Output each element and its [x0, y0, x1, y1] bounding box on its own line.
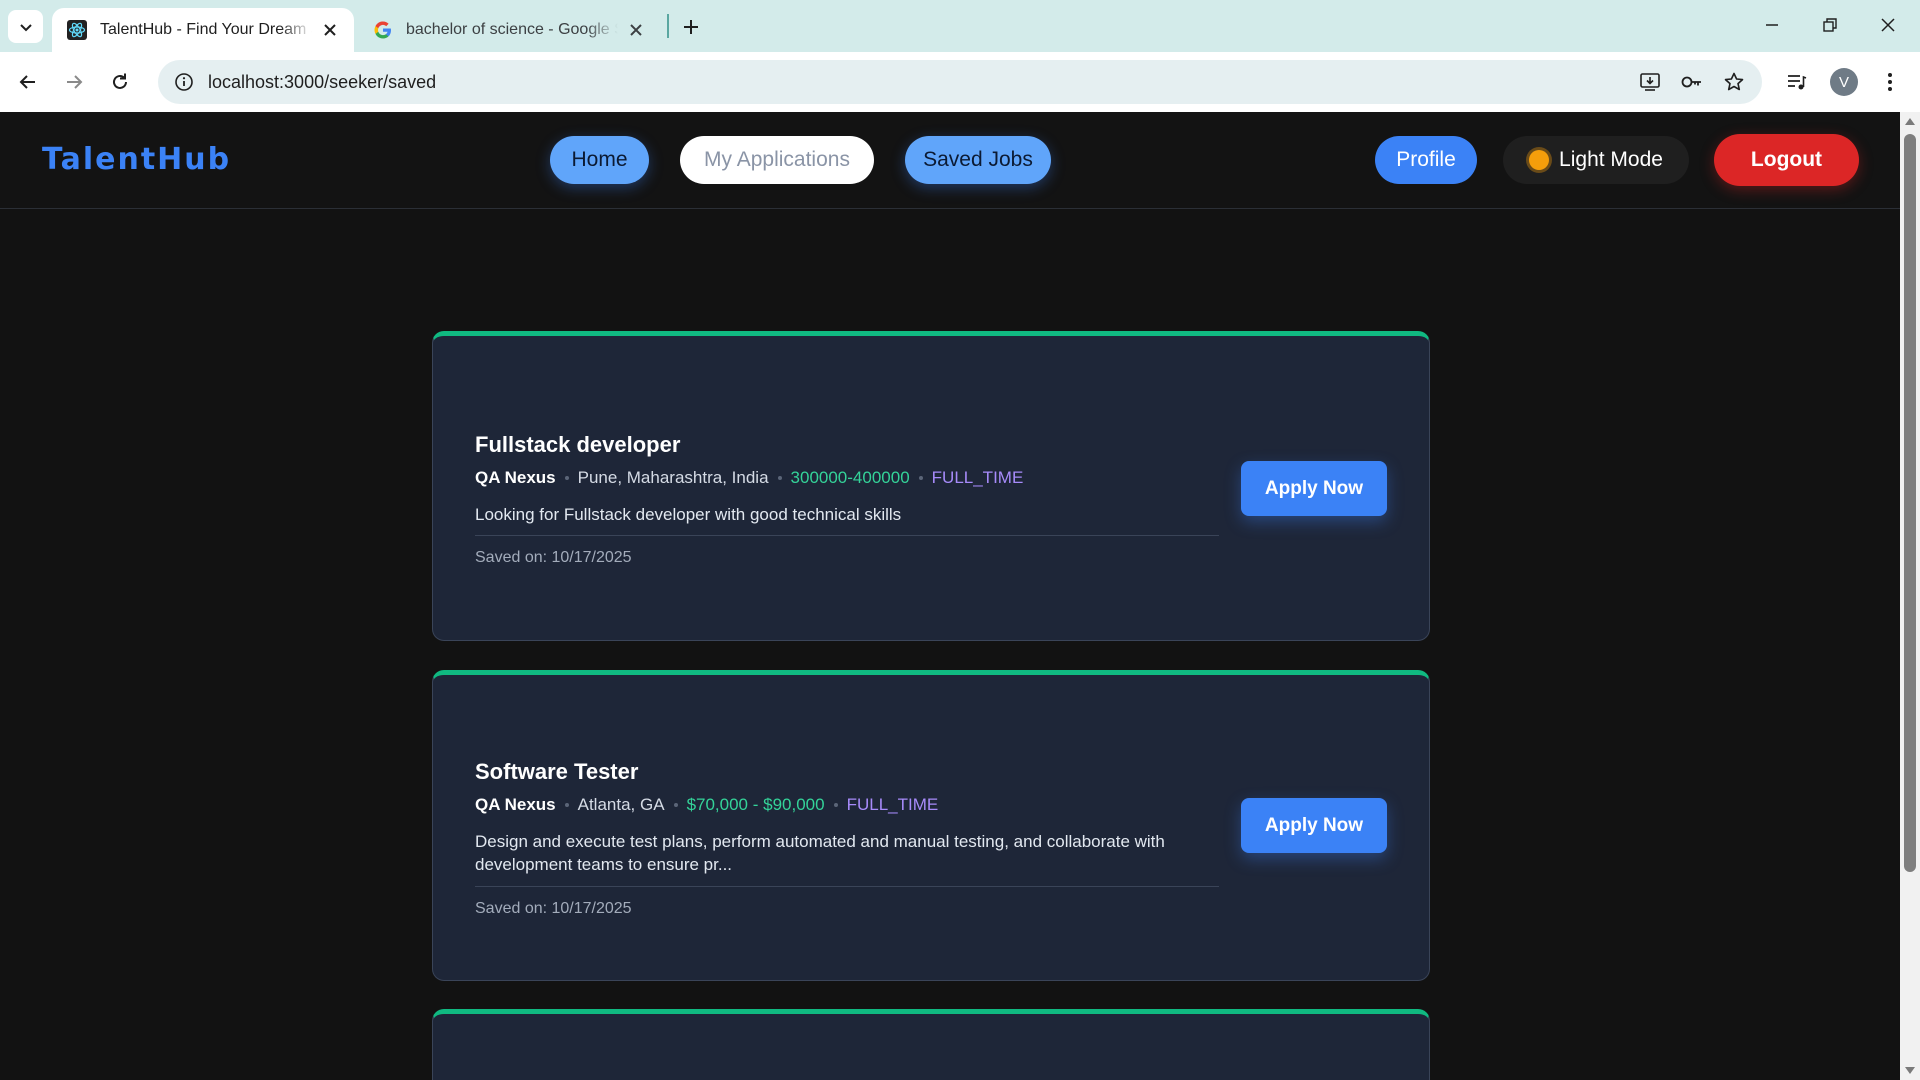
profile-avatar[interactable]: V — [1830, 68, 1858, 96]
saved-job-card: Software Tester QA Nexus Atlanta, GA $70… — [432, 670, 1430, 981]
tab-talenthub[interactable]: TalentHub - Find Your Dream Job — [52, 8, 354, 52]
reload-icon — [113, 73, 127, 89]
job-location: Atlanta, GA — [577, 795, 665, 814]
company-name: QA Nexus — [475, 468, 556, 487]
scroll-up-icon[interactable] — [1905, 118, 1915, 125]
close-tab-icon[interactable] — [626, 20, 646, 40]
arrow-right-icon — [67, 75, 83, 89]
address-bar[interactable]: localhost:3000/seeker/saved — [158, 60, 1762, 104]
plus-icon — [684, 20, 698, 34]
separator-dot — [564, 803, 569, 807]
tab-title: bachelor of science - Google Search — [406, 21, 618, 38]
separator-dot — [833, 803, 838, 807]
star-icon[interactable] — [1720, 68, 1748, 96]
chevron-down-icon — [19, 23, 32, 31]
minimize-window-button[interactable] — [1752, 8, 1792, 42]
arrow-left-icon — [19, 75, 35, 89]
close-tab-icon[interactable] — [320, 20, 340, 40]
nav-home-button[interactable]: Home — [550, 136, 649, 184]
app-navbar: TalentHub Home My Applications Saved Job… — [0, 112, 1900, 209]
install-app-icon[interactable] — [1636, 68, 1664, 96]
restore-window-button[interactable] — [1810, 8, 1850, 42]
nav-my-applications-button[interactable]: My Applications — [680, 136, 874, 184]
job-type: FULL_TIME — [931, 468, 1024, 487]
close-window-button[interactable] — [1868, 8, 1908, 42]
job-meta: QA Nexus Pune, Maharashtra, India 300000… — [475, 468, 1023, 488]
separator-dot — [918, 476, 923, 480]
job-description: Design and execute test plans, perform a… — [475, 832, 1165, 874]
theme-toggle-button[interactable]: Light Mode — [1503, 136, 1689, 184]
job-description: Looking for Fullstack developer with goo… — [475, 505, 902, 524]
theme-toggle-label: Light Mode — [1559, 148, 1663, 171]
scrollbar-thumb[interactable] — [1904, 134, 1916, 872]
browser-tab-strip: TalentHub - Find Your Dream Job bachelor… — [0, 0, 1920, 52]
saved-job-card — [432, 1009, 1430, 1080]
tab-separator — [667, 14, 669, 38]
job-title: Fullstack developer — [475, 432, 681, 457]
key-icon[interactable] — [1678, 68, 1706, 96]
separator-dot — [777, 476, 782, 480]
job-type: FULL_TIME — [846, 795, 939, 814]
tab-title: TalentHub - Find Your Dream Job — [100, 21, 312, 38]
scroll-down-icon[interactable] — [1905, 1067, 1915, 1074]
tab-google-search[interactable]: bachelor of science - Google Search — [358, 8, 660, 52]
apply-now-button[interactable]: Apply Now — [1241, 461, 1387, 516]
logout-button[interactable]: Logout — [1714, 134, 1859, 186]
forward-button[interactable] — [56, 64, 92, 100]
site-info-icon[interactable] — [164, 62, 204, 102]
saved-date: Saved on: 10/17/2025 — [475, 549, 632, 566]
company-name: QA Nexus — [475, 795, 556, 814]
job-location: Pune, Maharashtra, India — [577, 468, 769, 487]
reload-button[interactable] — [102, 64, 138, 100]
tab-search-button[interactable] — [8, 10, 43, 43]
browser-toolbar: localhost:3000/seeker/saved — [0, 52, 1920, 112]
separator-dot — [564, 476, 569, 480]
job-salary: 300000-400000 — [790, 468, 910, 487]
react-favicon-icon — [66, 19, 88, 41]
close-icon — [1881, 18, 1895, 32]
saved-date: Saved on: 10/17/2025 — [475, 900, 632, 917]
card-divider — [475, 886, 1219, 887]
job-salary: $70,000 - $90,000 — [686, 795, 825, 814]
job-title: Software Tester — [475, 759, 639, 784]
restore-icon — [1823, 18, 1837, 32]
new-tab-button[interactable] — [676, 12, 706, 42]
profile-button[interactable]: Profile — [1375, 136, 1477, 184]
job-meta: QA Nexus Atlanta, GA $70,000 - $90,000 F… — [475, 795, 938, 815]
brand-logo[interactable]: TalentHub — [42, 142, 231, 177]
google-favicon-icon — [372, 19, 394, 41]
page-viewport: TalentHub Home My Applications Saved Job… — [0, 112, 1900, 1080]
kebab-menu-icon[interactable] — [1872, 64, 1908, 100]
nav-saved-jobs-button[interactable]: Saved Jobs — [905, 136, 1051, 184]
page-scrollbar[interactable] — [1900, 112, 1920, 1080]
apply-now-button[interactable]: Apply Now — [1241, 798, 1387, 853]
back-button[interactable] — [10, 64, 46, 100]
saved-job-card: Fullstack developer QA Nexus Pune, Mahar… — [432, 331, 1430, 641]
url-text: localhost:3000/seeker/saved — [208, 71, 437, 92]
media-controls-icon[interactable] — [1778, 64, 1814, 100]
minimize-icon — [1766, 24, 1778, 26]
sun-icon — [1529, 150, 1550, 170]
card-divider — [475, 535, 1219, 536]
separator-dot — [673, 803, 678, 807]
